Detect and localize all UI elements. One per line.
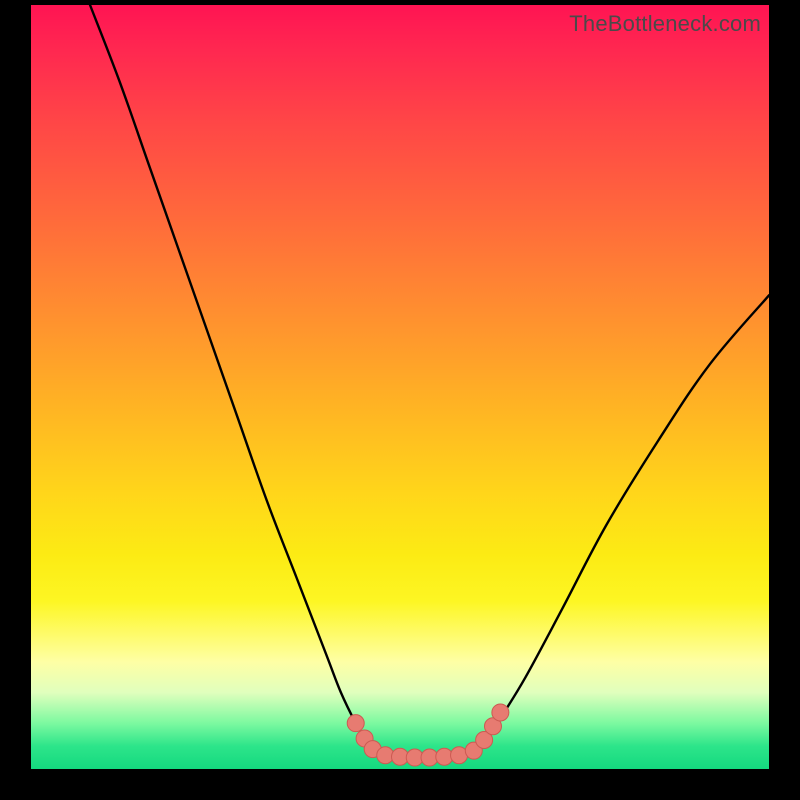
data-marker	[492, 704, 509, 721]
data-marker	[347, 715, 364, 732]
chart-svg	[31, 5, 769, 769]
plot-area: TheBottleneck.com	[31, 5, 769, 769]
chart-frame: TheBottleneck.com	[0, 0, 800, 800]
marker-group	[347, 704, 509, 766]
curve-path	[90, 5, 769, 758]
